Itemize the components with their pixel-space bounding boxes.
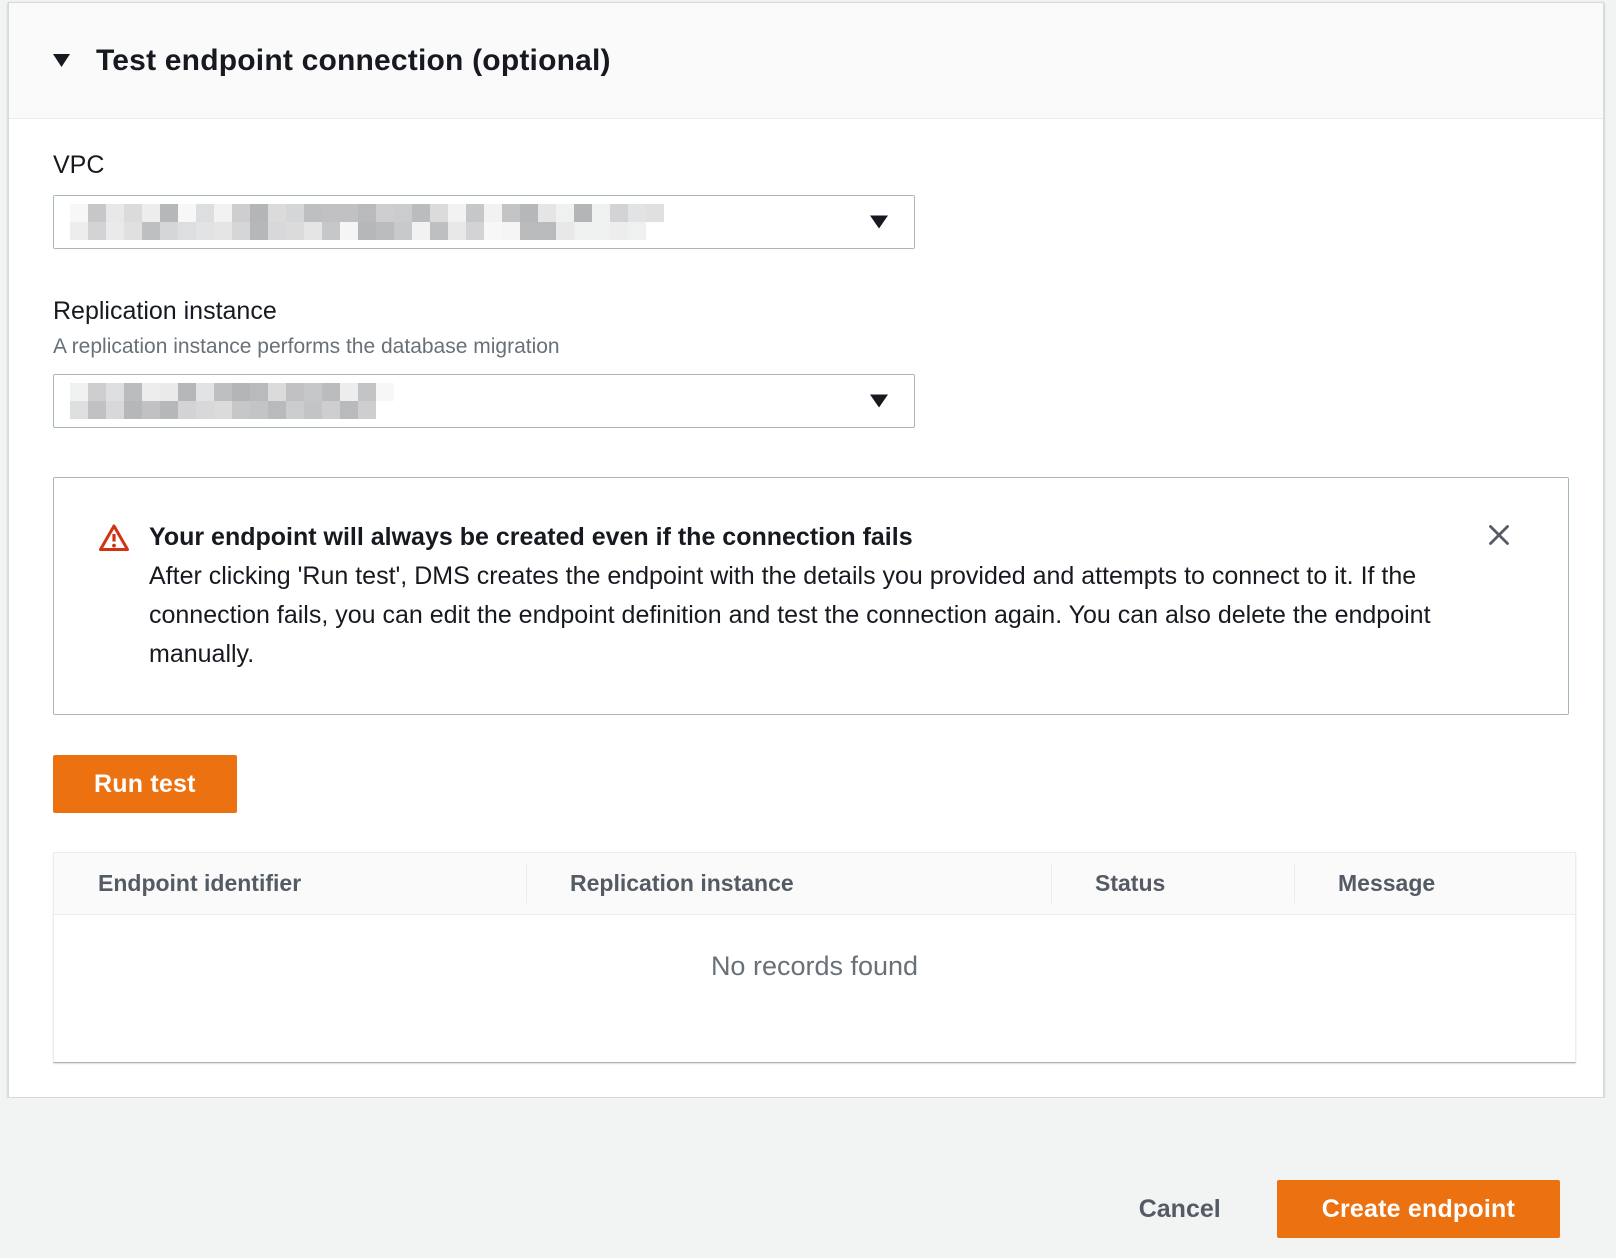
test-results-table: Endpoint identifier Replication instance… (53, 852, 1576, 1063)
replication-instance-label: Replication instance (53, 297, 1559, 326)
collapse-triangle-icon[interactable] (53, 54, 70, 67)
column-header-replication-instance: Replication instance (526, 853, 1051, 914)
warning-alert: Your endpoint will always be created eve… (53, 477, 1569, 715)
close-icon[interactable] (1482, 518, 1516, 552)
cancel-button[interactable]: Cancel (1139, 1180, 1221, 1238)
vpc-select[interactable] (53, 195, 915, 249)
test-endpoint-connection-panel: Test endpoint connection (optional) VPC … (8, 2, 1604, 1098)
form-actions-footer: Cancel Create endpoint (0, 1098, 1616, 1258)
warning-content: Your endpoint will always be created eve… (149, 518, 1438, 674)
table-header-row: Endpoint identifier Replication instance… (54, 853, 1575, 915)
section-body: VPC Replication instance A replication i… (9, 151, 1603, 1063)
warning-triangle-icon (98, 523, 130, 674)
vpc-redacted-value (70, 204, 664, 240)
vpc-label: VPC (53, 151, 1559, 180)
replication-instance-redacted-value (70, 383, 394, 419)
no-records-text: No records found (711, 951, 918, 1062)
caret-down-icon (870, 216, 888, 229)
replication-instance-description: A replication instance performs the data… (53, 335, 1559, 359)
create-endpoint-button[interactable]: Create endpoint (1277, 1180, 1560, 1238)
column-header-message: Message (1294, 853, 1575, 914)
table-empty-state: No records found (54, 915, 1575, 1062)
warning-title: Your endpoint will always be created eve… (149, 518, 1438, 557)
warning-body: After clicking 'Run test', DMS creates t… (149, 557, 1438, 674)
replication-instance-select[interactable] (53, 374, 915, 428)
run-test-button[interactable]: Run test (53, 755, 237, 813)
column-header-status: Status (1051, 853, 1294, 914)
caret-down-icon (870, 395, 888, 408)
section-title: Test endpoint connection (optional) (96, 44, 611, 78)
column-header-endpoint-identifier: Endpoint identifier (54, 853, 526, 914)
section-header[interactable]: Test endpoint connection (optional) (9, 3, 1603, 119)
